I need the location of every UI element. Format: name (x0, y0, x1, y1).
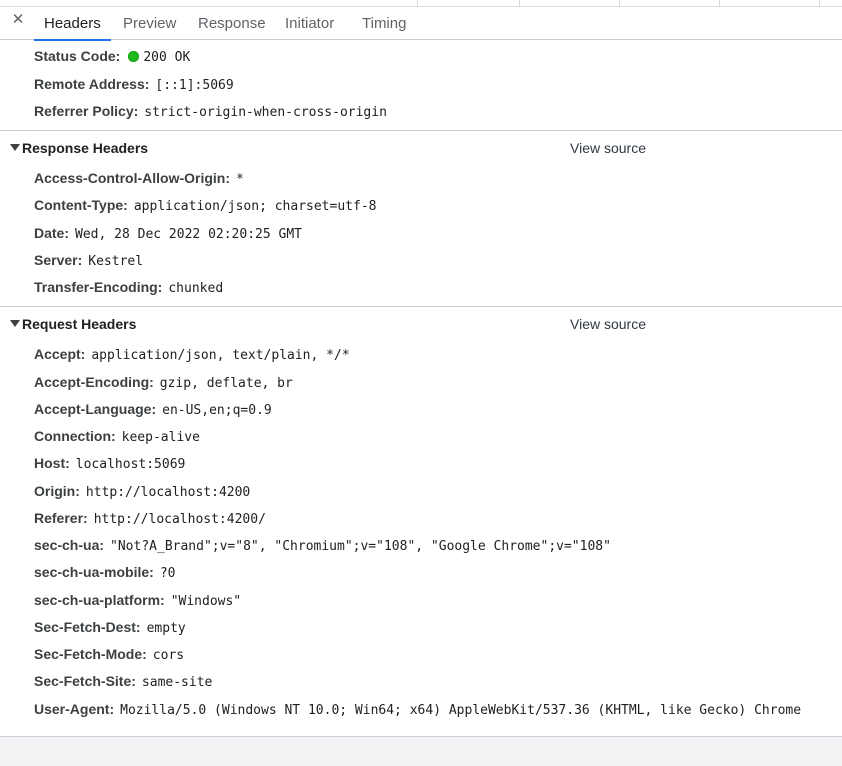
header-key: Transfer-Encoding: (34, 279, 163, 295)
collapse-triangle-icon[interactable] (10, 320, 20, 327)
header-value: same-site (141, 675, 213, 690)
response-header-row: Transfer-Encoding: chunked (34, 278, 223, 298)
panel-footer (0, 736, 842, 766)
request-header-row: sec-ch-ua-platform: "Windows" (34, 591, 241, 611)
tab-timing[interactable]: Timing (352, 7, 416, 40)
header-key: Referer: (34, 510, 88, 526)
header-key: Date: (34, 225, 70, 241)
section-divider (0, 306, 842, 307)
header-value: Kestrel (88, 254, 144, 269)
tab-headers[interactable]: Headers (34, 7, 111, 41)
request-header-row: Referer: http://localhost:4200/ (34, 509, 266, 529)
header-key: Accept-Encoding: (34, 374, 154, 390)
collapse-triangle-icon[interactable] (10, 144, 20, 151)
close-icon[interactable]: ✕ (10, 12, 26, 28)
response-header-row: Content-Type: application/json; charset=u… (34, 196, 376, 216)
header-key: sec-ch-ua-mobile: (34, 564, 154, 580)
request-header-row: Accept-Encoding: gzip, deflate, br (34, 373, 293, 393)
request-header-row: Connection: keep-alive (34, 427, 200, 447)
header-value: * (236, 172, 244, 187)
request-header-row: Sec-Fetch-Site: same-site (34, 672, 212, 692)
header-value: http://localhost:4200/ (93, 512, 266, 527)
header-key: Status Code: (34, 48, 121, 64)
request-header-row: User-Agent: Mozilla/5.0 (Windows NT 10.0;… (34, 700, 801, 720)
header-value: cors (152, 648, 185, 663)
header-value: localhost:5069 (75, 457, 186, 472)
column-tick (719, 0, 720, 6)
tab-initiator[interactable]: Initiator (275, 7, 344, 40)
response-header-row: Date: Wed, 28 Dec 2022 02:20:25 GMT (34, 224, 302, 244)
header-value: empty (146, 621, 186, 636)
header-key: Accept: (34, 346, 86, 362)
header-value: gzip, deflate, br (159, 376, 293, 391)
header-value: [::1]:5069 (155, 78, 234, 93)
request-view-source-link[interactable]: View source (570, 315, 646, 333)
header-key: sec-ch-ua: (34, 537, 105, 553)
request-header-row: Accept: application/json, text/plain, */* (34, 345, 350, 365)
header-key: sec-ch-ua-platform: (34, 592, 165, 608)
header-key: User-Agent: (34, 701, 115, 717)
column-tick (417, 0, 418, 6)
header-value: "Windows" (170, 594, 242, 609)
header-value: en-US,en;q=0.9 (162, 403, 272, 418)
header-value: Wed, 28 Dec 2022 02:20:25 GMT (75, 227, 302, 242)
header-key: Sec-Fetch-Dest: (34, 619, 141, 635)
header-key: Connection: (34, 428, 116, 444)
header-value: ?0 (159, 566, 176, 581)
header-value: Mozilla/5.0 (Windows NT 10.0; Win64; x64… (120, 703, 802, 718)
response-view-source-link[interactable]: View source (570, 139, 646, 157)
header-key: Sec-Fetch-Site: (34, 673, 136, 689)
header-value: strict-origin-when-cross-origin (144, 105, 387, 120)
header-value: chunked (168, 281, 224, 296)
header-key: Access-Control-Allow-Origin: (34, 170, 231, 186)
column-tick (819, 0, 820, 6)
tab-bar: ✕ Headers Preview Response Initiator Tim… (0, 0, 842, 41)
header-value: 200 OK (143, 50, 191, 65)
header-value: application/json, text/plain, */* (91, 348, 350, 363)
response-headers-section-header: Response Headers View source (0, 139, 842, 157)
header-value: "Not?A_Brand";v="8", "Chromium";v="108",… (110, 539, 611, 554)
header-key: Server: (34, 252, 83, 268)
header-value: http://localhost:4200 (85, 485, 251, 500)
header-key: Content-Type: (34, 197, 128, 213)
request-header-row: Sec-Fetch-Dest: empty (34, 618, 186, 638)
request-header-row: Origin: http://localhost:4200 (34, 482, 250, 502)
status-ok-icon (128, 51, 140, 62)
header-key: Referrer Policy: (34, 103, 139, 119)
header-key: Host: (34, 455, 70, 471)
response-headers-title[interactable]: Response Headers (22, 139, 148, 157)
request-header-row: Sec-Fetch-Mode: cors (34, 645, 184, 665)
request-header-row: Accept-Language: en-US,en;q=0.9 (34, 400, 272, 420)
section-divider (0, 130, 842, 131)
general-referrer-policy-row: Referrer Policy: strict-origin-when-cross… (34, 102, 387, 122)
header-key: Accept-Language: (34, 401, 157, 417)
request-header-row: sec-ch-ua-mobile: ?0 (34, 563, 175, 583)
header-value: application/json; charset=utf-8 (133, 199, 377, 214)
response-header-row: Server: Kestrel (34, 251, 143, 271)
headers-panel: Status Code: 200 OK Remote Address: [::1]:… (0, 41, 842, 736)
header-key: Remote Address: (34, 76, 150, 92)
column-tick (619, 0, 620, 6)
response-header-row: Access-Control-Allow-Origin: * (34, 169, 244, 189)
tab-preview[interactable]: Preview (113, 7, 186, 40)
request-headers-section-header: Request Headers View source (0, 315, 842, 333)
request-header-row: sec-ch-ua: "Not?A_Brand";v="8", "Chromium… (34, 536, 611, 556)
header-key: Sec-Fetch-Mode: (34, 646, 147, 662)
header-key: Origin: (34, 483, 80, 499)
column-tick (519, 0, 520, 6)
general-status-code-row: Status Code: 200 OK (34, 47, 190, 67)
tab-response[interactable]: Response (188, 7, 276, 40)
request-headers-title[interactable]: Request Headers (22, 315, 136, 333)
request-header-row: Host: localhost:5069 (34, 454, 185, 474)
general-remote-address-row: Remote Address: [::1]:5069 (34, 75, 234, 95)
header-value: keep-alive (121, 430, 200, 445)
